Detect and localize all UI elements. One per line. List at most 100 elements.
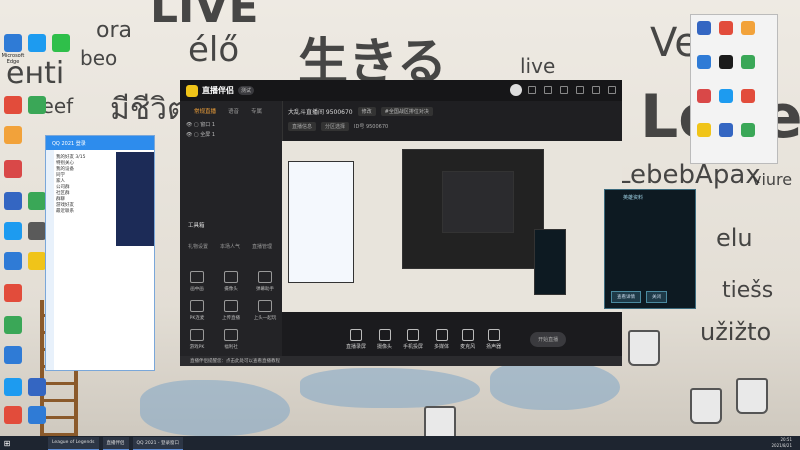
search-icon[interactable] (14, 438, 44, 448)
wall-text: tiešs (722, 278, 774, 303)
app-icon[interactable] (28, 222, 46, 240)
app-icon[interactable] (28, 378, 46, 396)
tool-link[interactable]: 直播管理 (252, 243, 272, 250)
app-icon[interactable] (4, 252, 22, 270)
tab-regular[interactable]: 常规直播 (194, 107, 216, 115)
window-controls (528, 86, 616, 94)
wall-text: viure (752, 170, 793, 189)
room-info-row: 直播信息 分区选择 ID号 9500670 (282, 121, 622, 131)
scene-item[interactable]: 👁 ▢ 全屏 1 (186, 131, 282, 141)
clock-date: 2021/8/21 (771, 443, 792, 448)
notice-bar[interactable]: 直播伴侣提醒您：点击此处可以查看直播教程 (180, 356, 622, 366)
app-icon[interactable] (697, 55, 711, 69)
app-icon[interactable] (4, 406, 22, 424)
tool-button[interactable]: 福利社 (214, 329, 248, 350)
skin-icon[interactable] (528, 86, 536, 94)
app-icon[interactable] (28, 96, 46, 114)
taskbar-item[interactable]: 直播伴侣 (102, 436, 129, 450)
paint-bucket (628, 330, 660, 366)
game-info-popup[interactable]: 英雄资料 查看详情 关闭 (604, 189, 696, 309)
app-icon[interactable] (719, 89, 733, 103)
app-icon[interactable] (4, 192, 22, 210)
system-clock[interactable]: 20:51 2021/8/21 (771, 437, 792, 449)
windows-start-icon[interactable]: ⊞ (0, 436, 14, 450)
qq-window[interactable]: QQ 2021 登录 我的好友 3/15 特别关心 我的设备 同学 家人 公司群… (45, 135, 155, 371)
tool-link[interactable]: 本场人气 (220, 243, 240, 250)
app-icon[interactable] (4, 126, 22, 144)
start-live-button[interactable]: 开始直播 (530, 331, 567, 347)
tool-button[interactable]: 弹幕助手 (248, 271, 282, 292)
app-icon[interactable] (741, 123, 755, 137)
close-button[interactable]: 关闭 (646, 291, 667, 303)
tool-button[interactable]: PK连麦 (180, 300, 214, 321)
qq-icon[interactable] (28, 34, 46, 52)
app-icon[interactable] (28, 192, 46, 210)
details-button[interactable]: 查看详情 (611, 291, 641, 303)
paint-bucket (736, 378, 768, 414)
screen-record-button[interactable]: 直播录屏 (346, 328, 366, 350)
speaker-button[interactable]: 扬声器 (486, 328, 501, 350)
maximize-icon[interactable] (592, 86, 600, 94)
app-icon[interactable] (697, 89, 711, 103)
phone-cast-button[interactable]: 手机投屏 (403, 328, 423, 350)
app-icon[interactable] (28, 252, 46, 270)
scene-item[interactable]: 👁 ▢ 窗口 1 (186, 121, 282, 131)
paint-splash (490, 360, 620, 410)
app-icon[interactable] (741, 89, 755, 103)
room-info-pill[interactable]: 分区选择 (321, 121, 350, 131)
tool-button[interactable]: 上传直播 (214, 300, 248, 321)
app-icon[interactable] (741, 21, 755, 35)
wall-text: élő (188, 30, 240, 70)
version-badge: 测试 (238, 86, 255, 95)
app-icon[interactable] (697, 21, 711, 35)
microphone-button[interactable]: 麦克风 (460, 328, 475, 350)
twitter-icon[interactable] (4, 378, 22, 396)
edge-icon[interactable] (4, 34, 22, 52)
tool-button[interactable]: 画中画 (180, 271, 214, 292)
paint-splash (300, 368, 480, 408)
app-icon[interactable] (719, 123, 733, 137)
close-icon[interactable] (608, 86, 616, 94)
app-icon[interactable] (741, 55, 755, 69)
app-icon[interactable] (4, 284, 22, 302)
app-icon[interactable] (4, 222, 22, 240)
wall-text: užižto (700, 318, 772, 346)
menu-icon[interactable] (560, 86, 568, 94)
avatar[interactable] (510, 84, 522, 96)
title-bar: 直播伴侣 测试 (180, 80, 622, 101)
nested-preview-window (442, 171, 514, 233)
app-icon[interactable] (719, 55, 733, 69)
tool-button[interactable]: 游戏PK (180, 329, 214, 350)
media-button[interactable]: 多媒体 (434, 328, 449, 350)
app-icon[interactable] (719, 21, 733, 35)
taskbar-item[interactable]: League of Legends (48, 436, 99, 450)
taskbar-item[interactable]: QQ 2021 - 登录窗口 (132, 436, 183, 450)
app-icon[interactable] (4, 96, 22, 114)
tool-icon (190, 271, 204, 283)
app-icon[interactable] (28, 406, 46, 424)
tool-button[interactable]: 摄像头 (214, 271, 248, 292)
camera-button[interactable]: 摄像头 (377, 328, 392, 350)
tab-voice[interactable]: 语音 (228, 107, 239, 115)
room-edit-button[interactable]: 修改 (357, 106, 376, 116)
mode-tabs: 常规直播 语音 专属 (180, 101, 282, 115)
wall-text: LebebApax (616, 160, 761, 190)
app-icon[interactable] (697, 123, 711, 137)
left-panel: 常规直播 语音 专属 👁 ▢ 窗口 1 👁 ▢ 全屏 1 工具箱 礼物设置 本场… (180, 101, 283, 366)
settings-icon[interactable] (544, 86, 552, 94)
tool-button[interactable]: 上头一起玩 (248, 300, 282, 321)
app-icon[interactable] (4, 316, 22, 334)
play-icon (435, 328, 448, 341)
streaming-app-window[interactable]: 直播伴侣 测试 常规直播 语音 专属 👁 ▢ 窗口 1 👁 ▢ 全屏 1 工具箱… (180, 80, 622, 366)
wechat-icon[interactable] (52, 34, 70, 52)
camera-icon (378, 328, 391, 341)
app-icon[interactable] (4, 346, 22, 364)
room-info-pill[interactable]: 直播信息 (288, 121, 317, 131)
minimize-icon[interactable] (576, 86, 584, 94)
list-item[interactable]: 最近联系 (56, 208, 114, 214)
tool-link[interactable]: 礼物设置 (188, 243, 208, 250)
app-icon[interactable] (4, 160, 22, 178)
tab-exclusive[interactable]: 专属 (251, 107, 262, 115)
qq-sidebar (46, 150, 54, 370)
room-tag[interactable]: #全国战区排位对决 (380, 106, 433, 116)
